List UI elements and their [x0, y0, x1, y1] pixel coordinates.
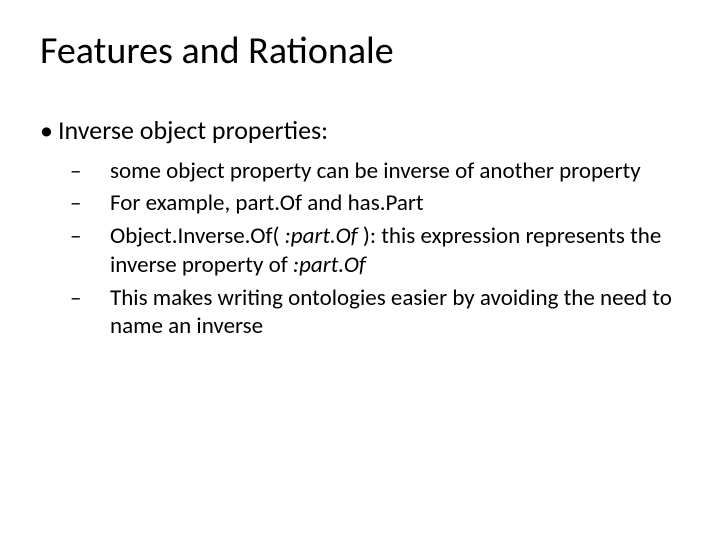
dash-icon: –: [90, 222, 110, 251]
bullet-level2: –Object.Inverse.Of( :part.Of ): this exp…: [110, 222, 680, 280]
bullet-icon: •: [40, 114, 58, 147]
bullet-level2: –some object property can be inverse of …: [110, 157, 680, 186]
bullet-level2: –This makes writing ontologies easier by…: [110, 284, 680, 342]
level2-arg: :part.Of: [285, 222, 358, 250]
level1-text: Inverse object properties:: [58, 114, 328, 146]
dash-icon: –: [90, 284, 110, 313]
level2-arg2: :part.Of: [293, 251, 366, 279]
bullet-level1: •Inverse object properties:: [58, 114, 680, 147]
dash-icon: –: [90, 157, 110, 186]
slide: Features and Rationale •Inverse object p…: [0, 0, 720, 540]
level2-text: This makes writing ontologies easier by …: [110, 284, 672, 341]
level2-text: some object property can be inverse of a…: [110, 157, 641, 185]
dash-icon: –: [90, 189, 110, 218]
slide-title: Features and Rationale: [40, 28, 680, 74]
bullet-level2: –For example, part.Of and has.Part: [110, 189, 680, 218]
level2-text-pre: Object.Inverse.Of(: [110, 222, 285, 250]
level2-text: For example, part.Of and has.Part: [110, 189, 424, 217]
